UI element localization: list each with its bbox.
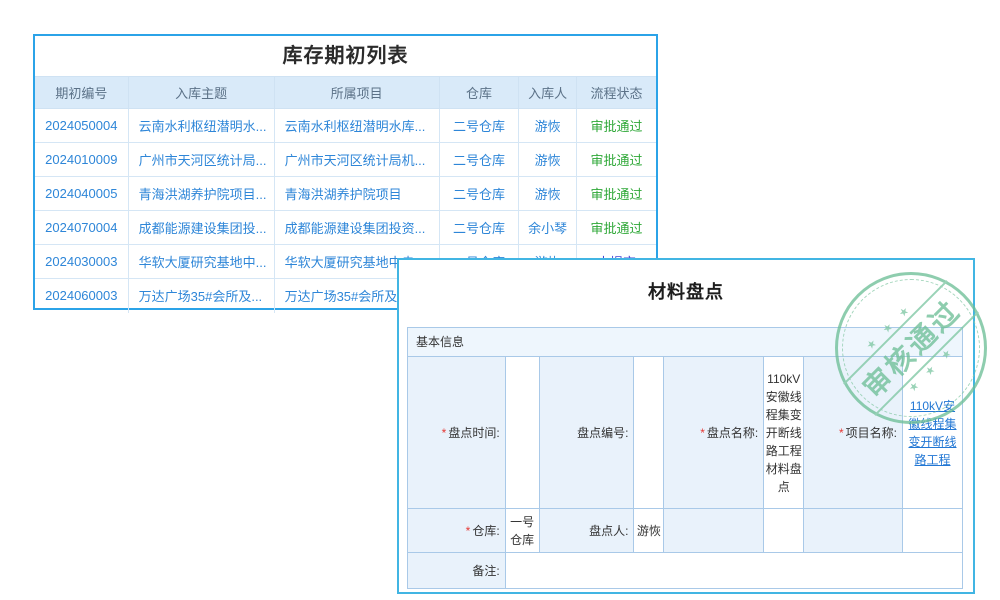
cell-opening-id[interactable]: 2024010009 xyxy=(35,143,128,177)
cell-warehouse: 二号仓库 xyxy=(439,177,518,211)
col-header-status: 流程状态 xyxy=(576,77,656,109)
project-link[interactable]: 110kV安徽线程集变开断线路工程 xyxy=(908,399,956,467)
inventory-list-title: 库存期初列表 xyxy=(35,36,656,76)
cell-person: 游恢 xyxy=(519,177,577,211)
col-header-opening-id: 期初编号 xyxy=(35,77,128,109)
warehouse-value: 一号仓库 xyxy=(505,509,539,553)
required-asterisk: * xyxy=(442,426,447,440)
form-row-remark: 备注: xyxy=(408,553,963,589)
check-name-label: *盘点名称: xyxy=(664,357,764,509)
form-row-main: *盘点时间: 盘点编号: *盘点名称: 110kV安徽线程集变开断线路工程材料盘… xyxy=(408,357,963,509)
material-check-dialog: 材料盘点 基本信息 *盘点时间: 盘点编号: *盘点名称: 110kV安徽线程集… xyxy=(397,258,975,594)
cell-person: 余小琴 xyxy=(519,211,577,245)
cell-subject[interactable]: 云南水利枢纽潜明水... xyxy=(128,109,274,143)
cell-subject[interactable]: 广州市天河区统计局... xyxy=(128,143,274,177)
warehouse-label: *仓库: xyxy=(408,509,506,553)
required-asterisk: * xyxy=(700,426,705,440)
cell-subject[interactable]: 万达广场35#会所及... xyxy=(128,279,274,313)
cell-project[interactable]: 云南水利枢纽潜明水库... xyxy=(274,109,439,143)
table-row[interactable]: 2024070004 成都能源建设集团投... 成都能源建设集团投资... 二号… xyxy=(35,211,656,245)
cell-warehouse: 二号仓库 xyxy=(439,109,518,143)
form-row-warehouse: *仓库: 一号仓库 盘点人: 游恢 xyxy=(408,509,963,553)
cell-person: 游恢 xyxy=(519,143,577,177)
remark-label: 备注: xyxy=(408,553,506,589)
col-header-person: 入库人 xyxy=(519,77,577,109)
cell-opening-id[interactable]: 2024050004 xyxy=(35,109,128,143)
cell-status: 审批通过 xyxy=(576,143,656,177)
check-time-label: *盘点时间: xyxy=(408,357,506,509)
page: 库存期初列表 期初编号 入库主题 所属项目 仓库 入库人 流程状态 202405… xyxy=(0,0,1000,600)
cell-project[interactable]: 广州市天河区统计局机... xyxy=(274,143,439,177)
col-header-warehouse: 仓库 xyxy=(439,77,518,109)
required-asterisk: * xyxy=(466,524,471,538)
cell-opening-id[interactable]: 2024030003 xyxy=(35,245,128,279)
section-header-row: 基本信息 xyxy=(408,328,963,357)
cell-subject[interactable]: 华软大厦研究基地中... xyxy=(128,245,274,279)
check-number-value xyxy=(634,357,664,509)
cell-warehouse: 二号仓库 xyxy=(439,211,518,245)
basic-info-form: 基本信息 *盘点时间: 盘点编号: *盘点名称: 110kV安徽线程集变开断线路… xyxy=(407,327,963,589)
check-person-label: 盘点人: xyxy=(539,509,634,553)
table-row[interactable]: 2024050004 云南水利枢纽潜明水... 云南水利枢纽潜明水库... 二号… xyxy=(35,109,656,143)
remark-value xyxy=(505,553,962,589)
project-name-value: 110kV安徽线程集变开断线路工程 xyxy=(903,357,963,509)
empty-label-cell xyxy=(804,509,903,553)
cell-subject[interactable]: 成都能源建设集团投... xyxy=(128,211,274,245)
cell-opening-id[interactable]: 2024060003 xyxy=(35,279,128,313)
empty-label-cell xyxy=(664,509,764,553)
check-person-value: 游恢 xyxy=(634,509,664,553)
table-row[interactable]: 2024040005 青海洪湖养护院项目... 青海洪湖养护院项目 二号仓库 游… xyxy=(35,177,656,211)
cell-opening-id[interactable]: 2024040005 xyxy=(35,177,128,211)
check-time-value xyxy=(505,357,539,509)
check-name-value: 110kV安徽线程集变开断线路工程材料盘点 xyxy=(764,357,804,509)
empty-value-cell xyxy=(903,509,963,553)
cell-opening-id[interactable]: 2024070004 xyxy=(35,211,128,245)
cell-person: 游恢 xyxy=(519,109,577,143)
dialog-title: 材料盘点 xyxy=(399,278,973,304)
col-header-project: 所属项目 xyxy=(274,77,439,109)
check-number-label: 盘点编号: xyxy=(539,357,634,509)
table-header-row: 期初编号 入库主题 所属项目 仓库 入库人 流程状态 xyxy=(35,77,656,109)
cell-warehouse: 二号仓库 xyxy=(439,143,518,177)
cell-subject[interactable]: 青海洪湖养护院项目... xyxy=(128,177,274,211)
table-row[interactable]: 2024010009 广州市天河区统计局... 广州市天河区统计局机... 二号… xyxy=(35,143,656,177)
col-header-subject: 入库主题 xyxy=(128,77,274,109)
cell-status: 审批通过 xyxy=(576,109,656,143)
empty-value-cell xyxy=(764,509,804,553)
project-name-label: *项目名称: xyxy=(804,357,903,509)
required-asterisk: * xyxy=(839,426,844,440)
cell-project[interactable]: 成都能源建设集团投资... xyxy=(274,211,439,245)
section-header-basic-info: 基本信息 xyxy=(408,328,963,357)
cell-project[interactable]: 青海洪湖养护院项目 xyxy=(274,177,439,211)
cell-status: 审批通过 xyxy=(576,211,656,245)
cell-status: 审批通过 xyxy=(576,177,656,211)
